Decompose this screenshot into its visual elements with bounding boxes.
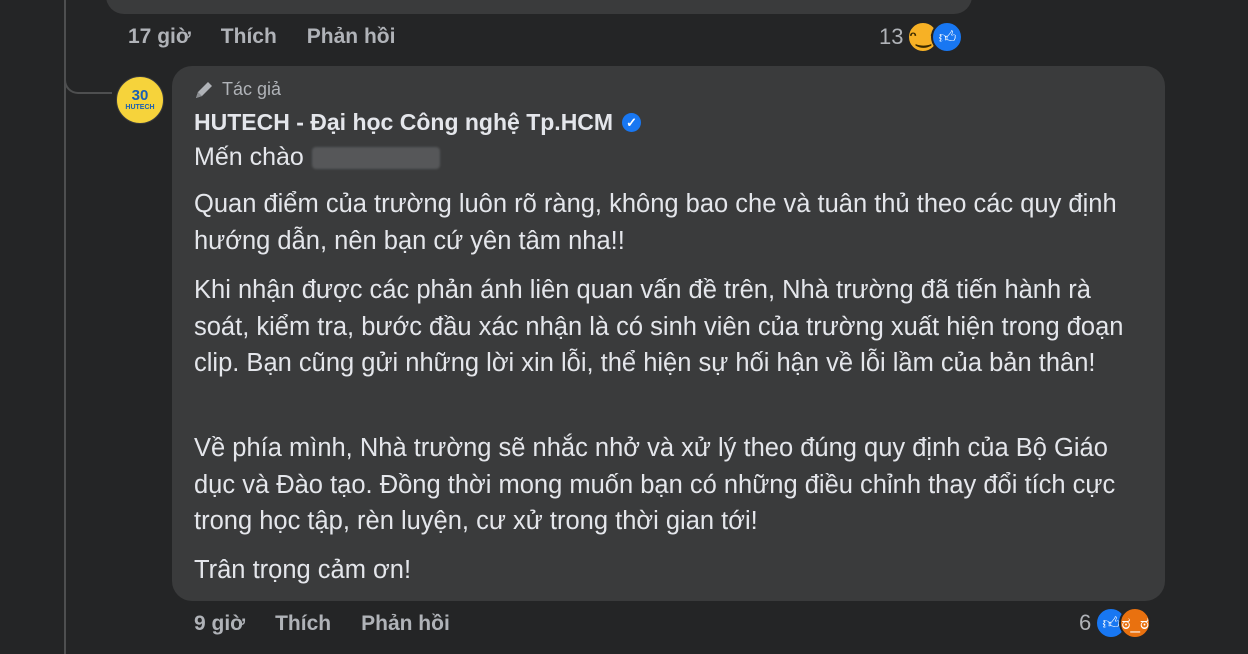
like-reaction-icon: 👍︎	[931, 21, 964, 53]
pen-icon	[196, 81, 212, 98]
avatar[interactable]: 30 HUTECH	[116, 76, 164, 124]
previous-comment-time[interactable]: 17 giờ	[128, 25, 191, 49]
previous-reactions[interactable]: 13 ᵔ‿ᵔ 👍︎	[879, 21, 964, 53]
redacted-username	[311, 146, 440, 169]
previous-reply-button[interactable]: Phản hồi	[307, 25, 396, 49]
comment-reactions[interactable]: 6 👍︎ ಠ_ಠ	[1079, 607, 1152, 639]
comment-paragraph-2: Khi nhận được các phản ánh liên quan vấn…	[194, 276, 1124, 377]
author-badge-label: Tác giả	[222, 79, 282, 99]
comment-paragraph-3: Về phía mình, Nhà trường sẽ nhắc nhở và …	[194, 434, 1116, 535]
previous-reaction-count: 13	[879, 24, 904, 49]
greeting-line: Mến chào	[194, 143, 440, 172]
author-name-row: HUTECH - Đại học Công nghệ Tp.HCM ✓	[194, 109, 642, 136]
reply-button[interactable]: Phản hồi	[361, 612, 450, 636]
comment-paragraph-1: Quan điểm của trường luôn rõ ràng, không…	[194, 190, 1117, 255]
comment-paragraph-4: Trân trọng cảm ơn!	[194, 556, 412, 584]
comment-bubble: Tác giả HUTECH - Đại học Công nghệ Tp.HC…	[172, 66, 1165, 601]
previous-comment-actions: 17 giờ Thích Phản hồi	[128, 25, 425, 49]
comment-time[interactable]: 9 giờ	[194, 612, 245, 636]
thread-connector	[64, 60, 112, 94]
greeting-text: Mến chào	[194, 143, 304, 171]
comment-actions: 9 giờ Thích Phản hồi	[194, 612, 480, 636]
thread-line	[64, 0, 66, 654]
author-badge: Tác giả	[194, 79, 281, 100]
verified-badge-icon: ✓	[622, 113, 642, 132]
angry-reaction-icon: ಠ_ಠ	[1119, 607, 1152, 639]
author-name[interactable]: HUTECH - Đại học Công nghệ Tp.HCM	[194, 109, 613, 136]
avatar-logo-text: HUTECH	[125, 103, 155, 111]
like-button[interactable]: Thích	[275, 612, 331, 636]
previous-comment-bubble	[106, 0, 972, 14]
comment-reaction-count: 6	[1079, 610, 1092, 635]
previous-like-button[interactable]: Thích	[221, 25, 277, 49]
avatar-logo-number: 30	[131, 86, 149, 104]
